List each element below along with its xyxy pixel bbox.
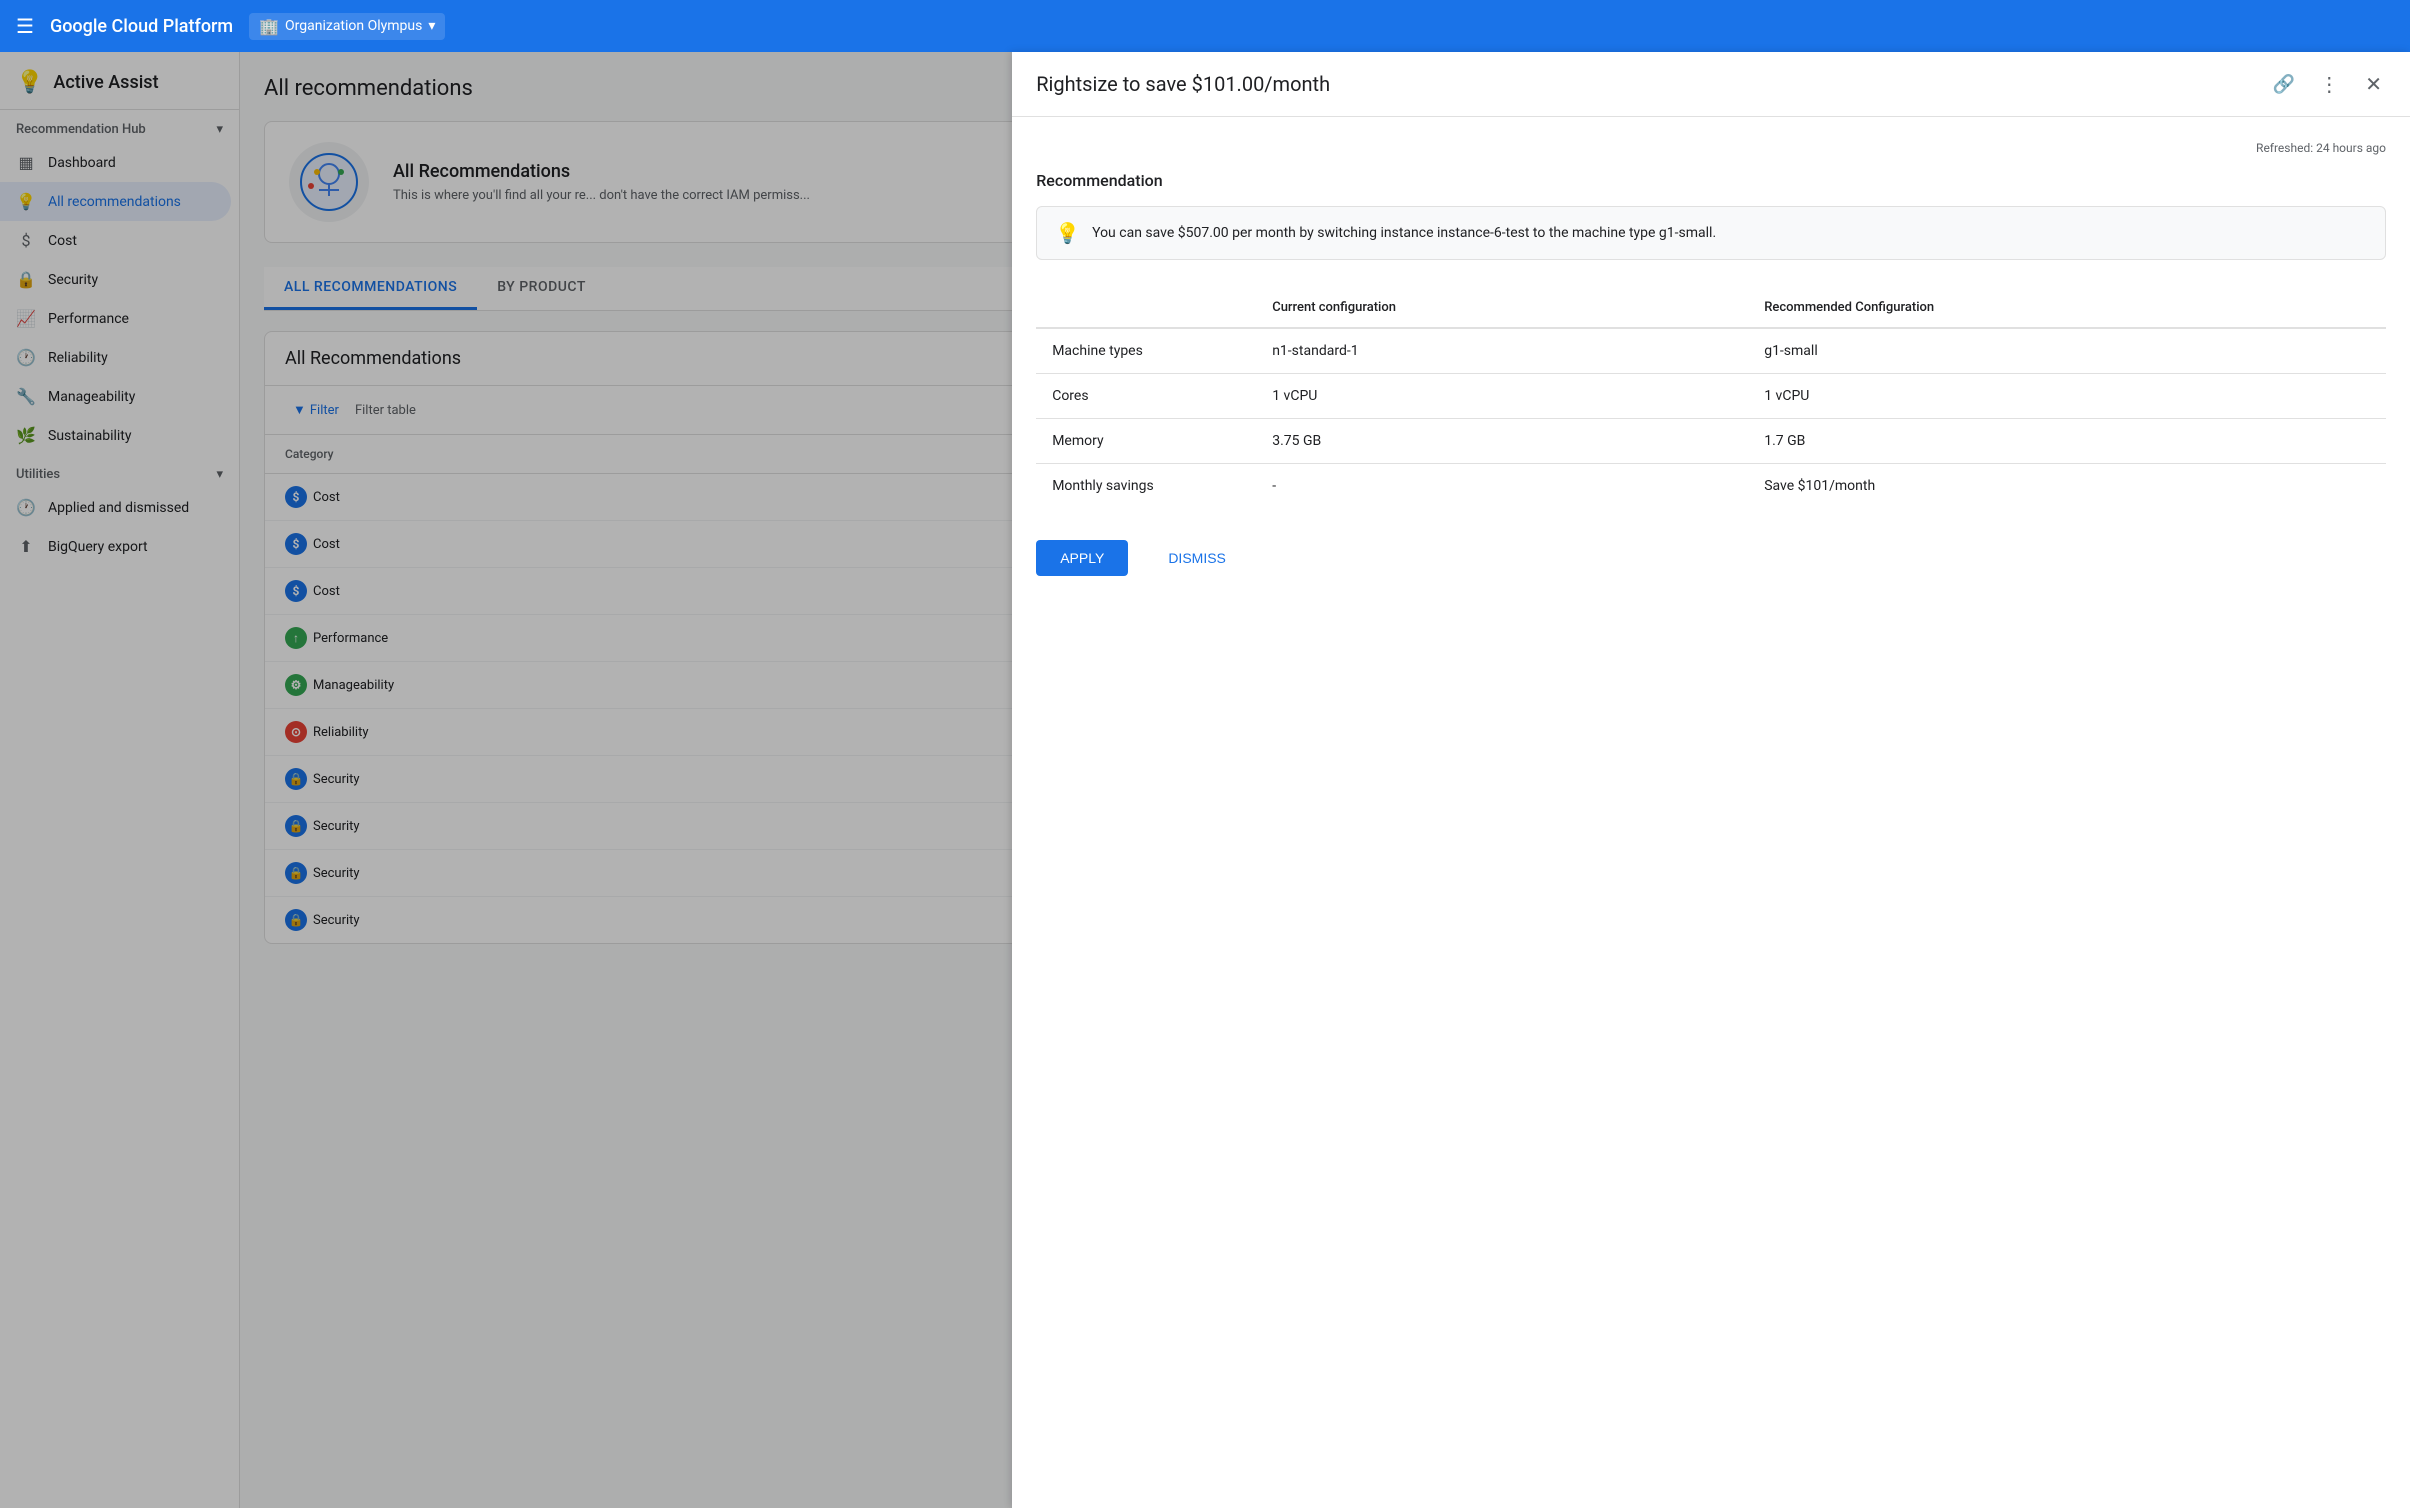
config-row-label: Machine types bbox=[1036, 328, 1256, 374]
config-row-recommended: Save $101/month bbox=[1748, 464, 2386, 509]
panel-close-icon[interactable]: ✕ bbox=[2361, 68, 2386, 100]
info-bulb-icon: 💡 bbox=[1055, 221, 1080, 245]
panel-refreshed: Refreshed: 24 hours ago bbox=[1036, 141, 2386, 155]
config-row-current: n1-standard-1 bbox=[1256, 328, 1748, 374]
panel-title: Rightsize to save $101.00/month bbox=[1036, 72, 1330, 96]
panel-buttons: APPLY DISMISS bbox=[1036, 540, 2386, 576]
config-row-current: 3.75 GB bbox=[1256, 419, 1748, 464]
side-panel: Rightsize to save $101.00/month 🔗 ⋮ ✕ Re… bbox=[1012, 52, 2410, 1508]
config-col-recommended: Recommended Configuration bbox=[1748, 288, 2386, 328]
app-title: Google Cloud Platform bbox=[50, 16, 233, 37]
dismiss-button[interactable]: DISMISS bbox=[1144, 540, 1250, 576]
panel-more-icon[interactable]: ⋮ bbox=[2315, 68, 2345, 100]
config-row-label: Memory bbox=[1036, 419, 1256, 464]
org-label: Organization Olympus bbox=[285, 18, 422, 34]
panel-body: Refreshed: 24 hours ago Recommendation 💡… bbox=[1012, 117, 2410, 600]
info-banner: 💡 You can save $507.00 per month by swit… bbox=[1036, 206, 2386, 260]
config-table: Current configuration Recommended Config… bbox=[1036, 288, 2386, 508]
info-text: You can save $507.00 per month by switch… bbox=[1092, 225, 1716, 241]
config-row-recommended: 1 vCPU bbox=[1748, 374, 2386, 419]
config-col-label bbox=[1036, 288, 1256, 328]
config-table-row: Monthly savings - Save $101/month bbox=[1036, 464, 2386, 509]
org-selector[interactable]: 🏢 Organization Olympus ▾ bbox=[249, 13, 445, 40]
topbar: ☰ Google Cloud Platform 🏢 Organization O… bbox=[0, 0, 2410, 52]
menu-icon[interactable]: ☰ bbox=[16, 14, 34, 38]
config-row-current: 1 vCPU bbox=[1256, 374, 1748, 419]
panel-actions: 🔗 ⋮ ✕ bbox=[2269, 68, 2386, 100]
config-row-current: - bbox=[1256, 464, 1748, 509]
config-row-label: Cores bbox=[1036, 374, 1256, 419]
config-row-recommended: 1.7 GB bbox=[1748, 419, 2386, 464]
panel-link-icon[interactable]: 🔗 bbox=[2269, 70, 2299, 99]
config-col-current: Current configuration bbox=[1256, 288, 1748, 328]
panel-section-title: Recommendation bbox=[1036, 171, 2386, 190]
config-row-label: Monthly savings bbox=[1036, 464, 1256, 509]
config-table-row: Machine types n1-standard-1 g1-small bbox=[1036, 328, 2386, 374]
config-table-row: Cores 1 vCPU 1 vCPU bbox=[1036, 374, 2386, 419]
config-table-row: Memory 3.75 GB 1.7 GB bbox=[1036, 419, 2386, 464]
org-chevron-icon: ▾ bbox=[428, 18, 435, 34]
apply-button[interactable]: APPLY bbox=[1036, 540, 1128, 576]
config-row-recommended: g1-small bbox=[1748, 328, 2386, 374]
org-icon: 🏢 bbox=[259, 17, 279, 36]
panel-header: Rightsize to save $101.00/month 🔗 ⋮ ✕ bbox=[1012, 52, 2410, 117]
